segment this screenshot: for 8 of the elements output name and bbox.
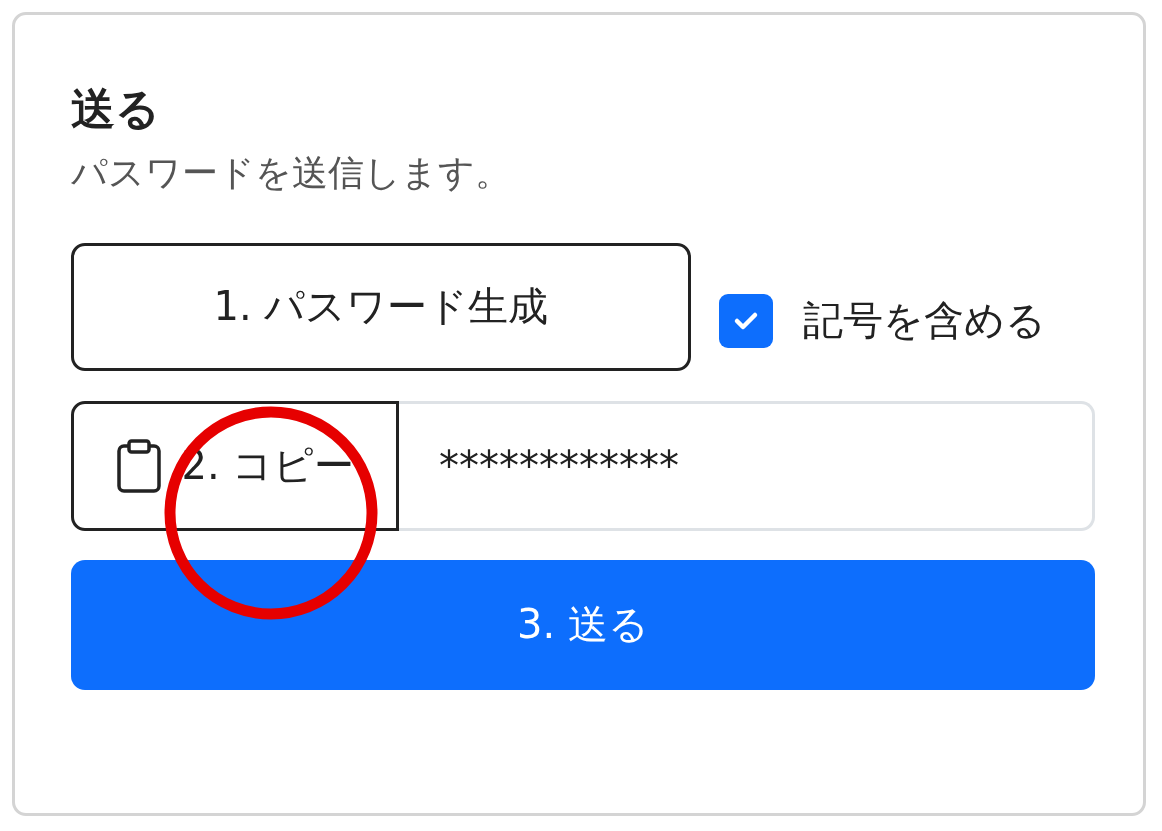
card-subtitle: パスワードを送信します。 (71, 150, 512, 195)
card-title: 送る (71, 83, 161, 136)
send-button[interactable]: 3. 送る (71, 559, 1095, 690)
password-field[interactable]: ************ (399, 400, 1095, 531)
symbols-checkbox[interactable] (719, 293, 773, 348)
generate-password-button[interactable]: 1. パスワード生成 (71, 242, 691, 371)
checkbox-label: 記号を含める (803, 296, 1046, 346)
clipboard-icon (115, 438, 162, 493)
